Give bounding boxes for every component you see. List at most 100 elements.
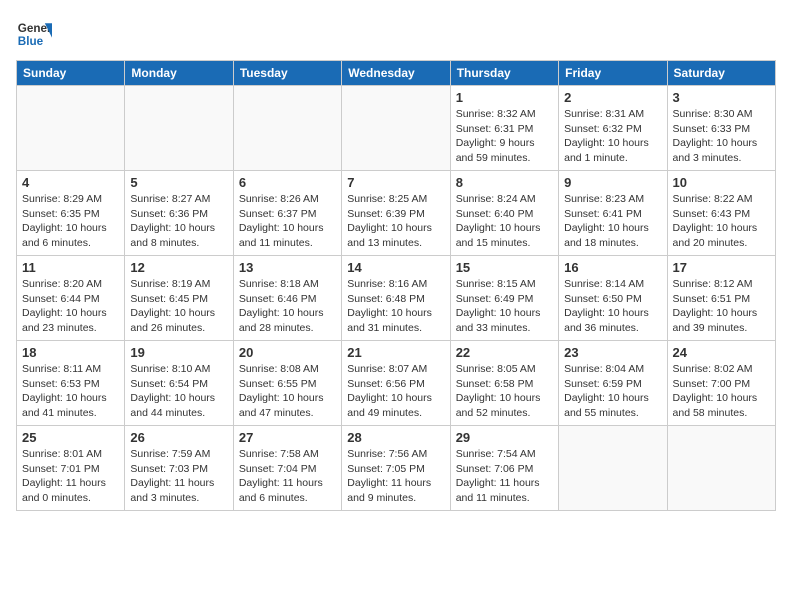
day-number: 17 xyxy=(673,260,770,275)
day-number: 23 xyxy=(564,345,661,360)
day-info: Sunrise: 8:10 AMSunset: 6:54 PMDaylight:… xyxy=(130,362,227,421)
calendar-cell: 23 Sunrise: 8:04 AMSunset: 6:59 PMDayligh… xyxy=(559,341,667,426)
day-info: Sunrise: 8:30 AMSunset: 6:33 PMDaylight:… xyxy=(673,107,770,166)
calendar-cell: 28 Sunrise: 7:56 AMSunset: 7:05 PMDayligh… xyxy=(342,426,450,511)
calendar-table: SundayMondayTuesdayWednesdayThursdayFrid… xyxy=(16,60,776,511)
day-number: 7 xyxy=(347,175,444,190)
day-info: Sunrise: 8:11 AMSunset: 6:53 PMDaylight:… xyxy=(22,362,119,421)
svg-text:Blue: Blue xyxy=(18,35,44,48)
weekday-header-monday: Monday xyxy=(125,61,233,86)
calendar-cell: 8 Sunrise: 8:24 AMSunset: 6:40 PMDaylight… xyxy=(450,171,558,256)
calendar-cell: 20 Sunrise: 8:08 AMSunset: 6:55 PMDayligh… xyxy=(233,341,341,426)
calendar-cell: 25 Sunrise: 8:01 AMSunset: 7:01 PMDayligh… xyxy=(17,426,125,511)
day-number: 21 xyxy=(347,345,444,360)
calendar-cell xyxy=(667,426,775,511)
day-number: 3 xyxy=(673,90,770,105)
day-info: Sunrise: 8:25 AMSunset: 6:39 PMDaylight:… xyxy=(347,192,444,251)
day-info: Sunrise: 8:19 AMSunset: 6:45 PMDaylight:… xyxy=(130,277,227,336)
page-header: General Blue xyxy=(16,16,776,52)
calendar-cell: 17 Sunrise: 8:12 AMSunset: 6:51 PMDayligh… xyxy=(667,256,775,341)
day-info: Sunrise: 8:23 AMSunset: 6:41 PMDaylight:… xyxy=(564,192,661,251)
calendar-cell: 15Sunrise: 8:15 AMSunset: 6:49 PMDayligh… xyxy=(450,256,558,341)
day-info: Sunrise: 8:24 AMSunset: 6:40 PMDaylight:… xyxy=(456,192,553,251)
day-number: 13 xyxy=(239,260,336,275)
day-number: 5 xyxy=(130,175,227,190)
day-number: 20 xyxy=(239,345,336,360)
day-info: Sunrise: 7:56 AMSunset: 7:05 PMDaylight:… xyxy=(347,447,444,506)
day-number: 18 xyxy=(22,345,119,360)
day-number: 6 xyxy=(239,175,336,190)
weekday-header-sunday: Sunday xyxy=(17,61,125,86)
day-number: 25 xyxy=(22,430,119,445)
day-info: Sunrise: 8:20 AMSunset: 6:44 PMDaylight:… xyxy=(22,277,119,336)
calendar-cell: 16 Sunrise: 8:14 AMSunset: 6:50 PMDayligh… xyxy=(559,256,667,341)
calendar-cell: 12Sunrise: 8:19 AMSunset: 6:45 PMDayligh… xyxy=(125,256,233,341)
day-info: Sunrise: 8:16 AMSunset: 6:48 PMDaylight:… xyxy=(347,277,444,336)
calendar-cell: 7 Sunrise: 8:25 AMSunset: 6:39 PMDaylight… xyxy=(342,171,450,256)
day-info: Sunrise: 8:22 AMSunset: 6:43 PMDaylight:… xyxy=(673,192,770,251)
day-info: Sunrise: 7:59 AMSunset: 7:03 PMDaylight:… xyxy=(130,447,227,506)
day-info: Sunrise: 8:01 AMSunset: 7:01 PMDaylight:… xyxy=(22,447,119,506)
calendar-cell: 18 Sunrise: 8:11 AMSunset: 6:53 PMDayligh… xyxy=(17,341,125,426)
calendar-cell: 14 Sunrise: 8:16 AMSunset: 6:48 PMDayligh… xyxy=(342,256,450,341)
week-row-2: 4 Sunrise: 8:29 AMSunset: 6:35 PMDaylight… xyxy=(17,171,776,256)
day-number: 27 xyxy=(239,430,336,445)
weekday-header-saturday: Saturday xyxy=(667,61,775,86)
calendar-cell: 13 Sunrise: 8:18 AMSunset: 6:46 PMDayligh… xyxy=(233,256,341,341)
logo-icon: General Blue xyxy=(16,16,52,52)
calendar-cell: 22 Sunrise: 8:05 AMSunset: 6:58 PMDayligh… xyxy=(450,341,558,426)
day-number: 24 xyxy=(673,345,770,360)
day-info: Sunrise: 7:54 AMSunset: 7:06 PMDaylight:… xyxy=(456,447,553,506)
weekday-header-wednesday: Wednesday xyxy=(342,61,450,86)
logo: General Blue xyxy=(16,16,52,52)
calendar-cell: 3 Sunrise: 8:30 AMSunset: 6:33 PMDaylight… xyxy=(667,86,775,171)
day-number: 2 xyxy=(564,90,661,105)
day-info: Sunrise: 8:31 AMSunset: 6:32 PMDaylight:… xyxy=(564,107,661,166)
day-number: 29 xyxy=(456,430,553,445)
day-number: 22 xyxy=(456,345,553,360)
day-number: 16 xyxy=(564,260,661,275)
day-number: 28 xyxy=(347,430,444,445)
calendar-cell xyxy=(342,86,450,171)
calendar-cell: 11 Sunrise: 8:20 AMSunset: 6:44 PMDayligh… xyxy=(17,256,125,341)
day-info: Sunrise: 8:32 AMSunset: 6:31 PMDaylight:… xyxy=(456,107,553,166)
day-info: Sunrise: 8:27 AMSunset: 6:36 PMDaylight:… xyxy=(130,192,227,251)
week-row-4: 18 Sunrise: 8:11 AMSunset: 6:53 PMDayligh… xyxy=(17,341,776,426)
day-number: 1 xyxy=(456,90,553,105)
weekday-header-thursday: Thursday xyxy=(450,61,558,86)
calendar-cell xyxy=(17,86,125,171)
calendar-cell: 5 Sunrise: 8:27 AMSunset: 6:36 PMDaylight… xyxy=(125,171,233,256)
calendar-cell: 2 Sunrise: 8:31 AMSunset: 6:32 PMDaylight… xyxy=(559,86,667,171)
day-info: Sunrise: 8:07 AMSunset: 6:56 PMDaylight:… xyxy=(347,362,444,421)
weekday-header-friday: Friday xyxy=(559,61,667,86)
day-info: Sunrise: 7:58 AMSunset: 7:04 PMDaylight:… xyxy=(239,447,336,506)
day-number: 19 xyxy=(130,345,227,360)
day-info: Sunrise: 8:18 AMSunset: 6:46 PMDaylight:… xyxy=(239,277,336,336)
day-number: 8 xyxy=(456,175,553,190)
day-info: Sunrise: 8:12 AMSunset: 6:51 PMDaylight:… xyxy=(673,277,770,336)
calendar-cell: 26Sunrise: 7:59 AMSunset: 7:03 PMDayligh… xyxy=(125,426,233,511)
calendar-cell xyxy=(233,86,341,171)
calendar-cell: 24Sunrise: 8:02 AMSunset: 7:00 PMDayligh… xyxy=(667,341,775,426)
week-row-3: 11 Sunrise: 8:20 AMSunset: 6:44 PMDayligh… xyxy=(17,256,776,341)
day-info: Sunrise: 8:04 AMSunset: 6:59 PMDaylight:… xyxy=(564,362,661,421)
week-row-5: 25 Sunrise: 8:01 AMSunset: 7:01 PMDayligh… xyxy=(17,426,776,511)
day-number: 11 xyxy=(22,260,119,275)
day-number: 4 xyxy=(22,175,119,190)
weekday-header-tuesday: Tuesday xyxy=(233,61,341,86)
day-info: Sunrise: 8:29 AMSunset: 6:35 PMDaylight:… xyxy=(22,192,119,251)
calendar-cell: 6Sunrise: 8:26 AMSunset: 6:37 PMDaylight… xyxy=(233,171,341,256)
calendar-cell xyxy=(125,86,233,171)
week-row-1: 1 Sunrise: 8:32 AMSunset: 6:31 PMDaylight… xyxy=(17,86,776,171)
day-number: 14 xyxy=(347,260,444,275)
calendar-cell: 1 Sunrise: 8:32 AMSunset: 6:31 PMDaylight… xyxy=(450,86,558,171)
day-info: Sunrise: 8:05 AMSunset: 6:58 PMDaylight:… xyxy=(456,362,553,421)
day-info: Sunrise: 8:14 AMSunset: 6:50 PMDaylight:… xyxy=(564,277,661,336)
day-number: 10 xyxy=(673,175,770,190)
weekday-header-row: SundayMondayTuesdayWednesdayThursdayFrid… xyxy=(17,61,776,86)
day-number: 15 xyxy=(456,260,553,275)
calendar-cell: 9 Sunrise: 8:23 AMSunset: 6:41 PMDaylight… xyxy=(559,171,667,256)
calendar-cell: 21 Sunrise: 8:07 AMSunset: 6:56 PMDayligh… xyxy=(342,341,450,426)
day-info: Sunrise: 8:08 AMSunset: 6:55 PMDaylight:… xyxy=(239,362,336,421)
day-number: 9 xyxy=(564,175,661,190)
